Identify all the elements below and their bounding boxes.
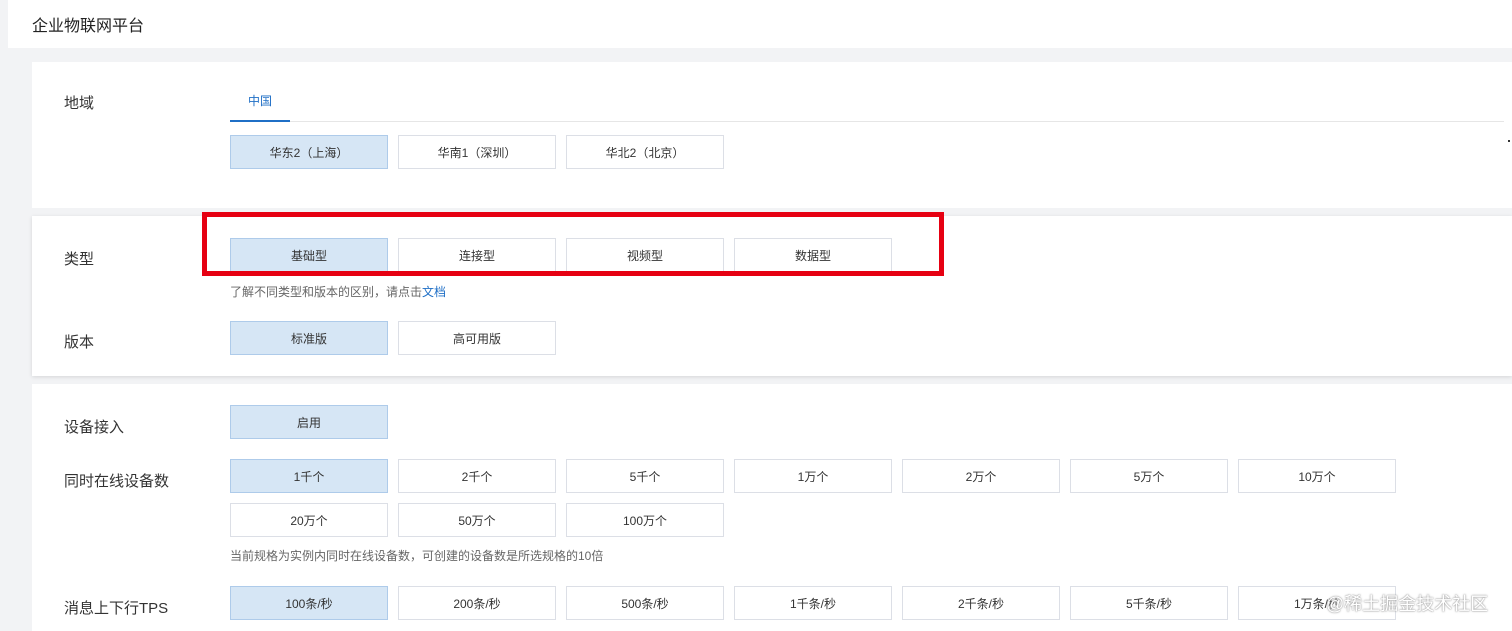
spec-card: 设备接入 启用 同时在线设备数 1千个 2千个 5千个 1万个 2万个 5万个 … (32, 384, 1512, 631)
tab-china[interactable]: 中国 (230, 88, 290, 122)
online-option-100k[interactable]: 10万个 (1238, 459, 1396, 493)
tps-option-5k[interactable]: 5千条/秒 (1070, 586, 1228, 620)
type-hint-text: 了解不同类型和版本的区别，请点击 (230, 285, 423, 299)
doc-link[interactable]: 文档 (422, 285, 446, 299)
tps-option-2k[interactable]: 2千条/秒 (902, 586, 1060, 620)
tps-label: 消息上下行TPS (64, 600, 169, 617)
online-option-200k[interactable]: 20万个 (230, 503, 388, 537)
online-option-1k[interactable]: 1千个 (230, 459, 388, 493)
tps-option-100[interactable]: 100条/秒 (230, 586, 388, 620)
dot-mark (1508, 140, 1510, 142)
tps-option-1k[interactable]: 1千条/秒 (734, 586, 892, 620)
tps-option-500[interactable]: 500条/秒 (566, 586, 724, 620)
annotation-highlight-box (202, 212, 944, 276)
version-option-standard[interactable]: 标准版 (230, 321, 388, 355)
online-option-500k[interactable]: 50万个 (398, 503, 556, 537)
device-access-label: 设备接入 (64, 419, 125, 436)
online-devices-hint: 当前规格为实例内同时在线设备数，可创建的设备数是所选规格的10倍 (230, 549, 604, 563)
type-label: 类型 (64, 251, 95, 268)
region-option-shenzhen[interactable]: 华南1（深圳） (398, 135, 556, 169)
online-option-10k[interactable]: 1万个 (734, 459, 892, 493)
online-option-2k[interactable]: 2千个 (398, 459, 556, 493)
watermark: @稀土掘金技术社区 (1326, 594, 1489, 614)
region-label: 地域 (64, 95, 95, 112)
online-option-50k[interactable]: 5万个 (1070, 459, 1228, 493)
region-option-shanghai[interactable]: 华东2（上海） (230, 135, 388, 169)
region-tabs: 中国 (230, 88, 1504, 122)
top-bar: 企业物联网平台 (8, 0, 1512, 48)
online-option-5k[interactable]: 5千个 (566, 459, 724, 493)
device-access-option-enable[interactable]: 启用 (230, 405, 388, 439)
online-devices-label: 同时在线设备数 (64, 473, 170, 490)
online-option-1m[interactable]: 100万个 (566, 503, 724, 537)
version-option-ha[interactable]: 高可用版 (398, 321, 556, 355)
tps-option-200[interactable]: 200条/秒 (398, 586, 556, 620)
online-option-20k[interactable]: 2万个 (902, 459, 1060, 493)
type-hint: 了解不同类型和版本的区别，请点击文档 (230, 283, 446, 300)
region-option-beijing[interactable]: 华北2（北京） (566, 135, 724, 169)
region-card: 地域 中国 华东2（上海） 华南1（深圳） 华北2（北京） (32, 62, 1512, 208)
page-title: 企业物联网平台 (32, 18, 145, 35)
version-label: 版本 (64, 334, 95, 351)
